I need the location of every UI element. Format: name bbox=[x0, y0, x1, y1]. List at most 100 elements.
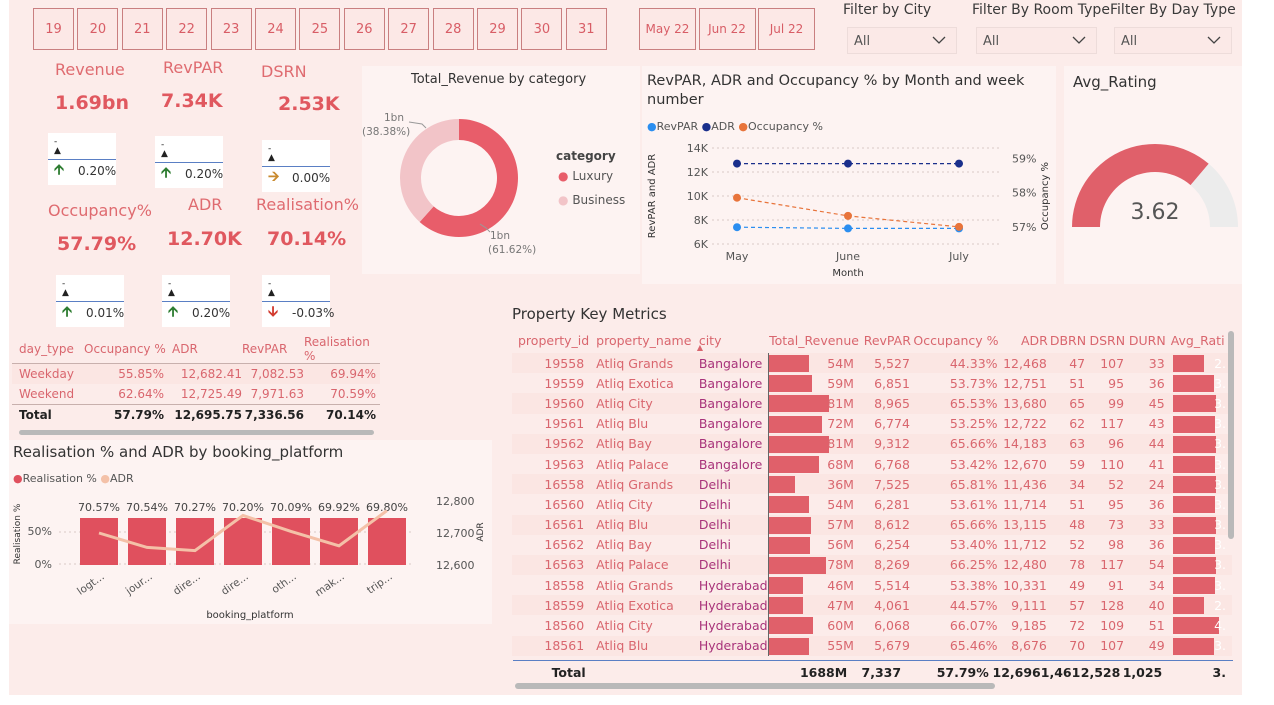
cell: 19561 bbox=[544, 416, 585, 432]
table-row[interactable]: 18558 Atliq Grands Hyderabad 46M 5,514 53.38%… bbox=[512, 575, 1232, 596]
cell: 16558 bbox=[512, 474, 591, 495]
legend-item-business[interactable]: ● Business bbox=[558, 193, 625, 207]
rating-value: 3. bbox=[1214, 456, 1226, 472]
cell: 44.33% bbox=[911, 353, 1000, 374]
cell: 16563 bbox=[512, 554, 591, 576]
y-tick-label: 50% bbox=[28, 525, 52, 538]
kpi-delta-revpar: - ▲ 🡩 0.20% bbox=[155, 136, 223, 188]
table-row[interactable]: 18560 Atliq City Hyderabad 60M 6,068 66.07% 9,… bbox=[512, 615, 1232, 636]
col-header[interactable]: Total_Revenue bbox=[768, 327, 860, 353]
week-button[interactable]: 26 bbox=[343, 8, 385, 50]
cell: 12,751 bbox=[1003, 375, 1047, 391]
col-header[interactable]: day_type bbox=[12, 335, 84, 364]
week-button[interactable]: 30 bbox=[521, 8, 563, 50]
cell: 36 bbox=[1148, 537, 1165, 553]
col-header[interactable]: property_name bbox=[590, 327, 693, 353]
col-header[interactable]: Avg_Rati bbox=[1167, 327, 1232, 353]
filter-day-type-dropdown[interactable]: All bbox=[1114, 27, 1232, 54]
col-header[interactable]: DBRN bbox=[1049, 327, 1087, 353]
cell: 34 bbox=[1148, 577, 1165, 593]
filter-room-type-dropdown[interactable]: All bbox=[976, 27, 1097, 54]
cell: Bangalore bbox=[692, 353, 769, 374]
col-header[interactable]: RevPAR bbox=[242, 335, 304, 364]
month-button[interactable]: Jul 22 bbox=[758, 8, 815, 50]
table-row[interactable]: 16562 Atliq Bay Delhi 56M 6,254 53.40% 11,712 5… bbox=[512, 534, 1232, 555]
revenue-bar bbox=[768, 536, 811, 554]
table-row[interactable]: 18561 Atliq Blu Hyderabad 55M 5,679 65.46% 8,6… bbox=[512, 635, 1232, 656]
revenue-bar bbox=[768, 455, 819, 473]
property-key-metrics-table: property_id property_name city ▲ Total_Re… bbox=[512, 327, 1232, 656]
col-header[interactable]: ADR bbox=[1000, 327, 1049, 353]
week-button[interactable]: 23 bbox=[210, 8, 252, 50]
week-button[interactable]: 19 bbox=[33, 8, 74, 50]
table-row[interactable]: 16558 Atliq Grands Delhi 36M 7,525 65.81% 11,4… bbox=[512, 474, 1232, 495]
cell: 70.59% bbox=[330, 387, 376, 401]
table-row[interactable]: 19562 Atliq Bay Bangalore 81M 9,312 65.66% 14,… bbox=[512, 433, 1232, 454]
week-button[interactable]: 22 bbox=[166, 8, 208, 50]
col-header[interactable]: property_id bbox=[512, 327, 590, 353]
bar-label: 70.57% bbox=[78, 501, 120, 514]
table-row[interactable]: 19558 Atliq Grands Bangalore 54M 5,527 44.33%… bbox=[512, 353, 1232, 374]
week-button[interactable]: 21 bbox=[121, 8, 163, 50]
cell: Hyderabad bbox=[698, 618, 768, 634]
vertical-scrollbar[interactable] bbox=[1228, 331, 1234, 539]
horizontal-scrollbar[interactable] bbox=[515, 683, 995, 689]
col-header[interactable]: city ▲ bbox=[693, 327, 768, 353]
donut-leader-line bbox=[408, 121, 427, 129]
month-button[interactable]: Jun 22 bbox=[698, 8, 756, 50]
rating-value: 3. bbox=[1214, 476, 1226, 492]
horizontal-scrollbar[interactable] bbox=[19, 430, 374, 435]
cell: 53.25% bbox=[949, 416, 998, 432]
table-row[interactable]: 18559 Atliq Exotica Hyderabad 47M 4,061 44.57… bbox=[512, 595, 1232, 616]
cell: 62.64% bbox=[118, 387, 164, 401]
legend-item-luxury[interactable]: ● Luxury bbox=[558, 169, 613, 183]
cell: 12,682.41 bbox=[180, 367, 242, 381]
revenue-bar bbox=[768, 516, 811, 534]
day-type-table-card: day_type Occupancy % ADR RevPAR Realisat… bbox=[12, 335, 380, 438]
kpi-title: Realisation% bbox=[256, 195, 359, 214]
revenue-cell: 55M bbox=[767, 635, 860, 656]
col-header[interactable]: RevPAR bbox=[860, 327, 912, 353]
rating-bar bbox=[1172, 415, 1215, 433]
table-row[interactable]: 19560 Atliq City Bangalore 81M 8,965 65.53% 13… bbox=[512, 393, 1232, 414]
cell: 18558 bbox=[544, 577, 585, 593]
table-row[interactable]: 19559 Atliq Exotica Bangalore 59M 6,851 53.73… bbox=[512, 373, 1232, 394]
cell: 6,851 bbox=[874, 375, 910, 391]
table-row[interactable]: Weekday 55.85% 12,682.41 7,082.53 69.94% bbox=[12, 363, 380, 384]
rating-cell: 3. bbox=[1166, 474, 1232, 495]
cell: 14,183 bbox=[999, 433, 1049, 454]
kpi-title: ADR bbox=[188, 195, 223, 214]
week-button[interactable]: 25 bbox=[299, 8, 341, 50]
col-header[interactable]: Occupancy % bbox=[84, 335, 172, 364]
col-header[interactable]: DSRN bbox=[1087, 327, 1126, 353]
week-button[interactable]: 20 bbox=[77, 8, 119, 50]
col-header[interactable]: DURN bbox=[1126, 327, 1167, 353]
table-row[interactable]: 16560 Atliq City Delhi 54M 6,281 53.61% 11,714… bbox=[512, 494, 1232, 515]
week-button[interactable]: 24 bbox=[255, 8, 296, 50]
table-row[interactable]: 16561 Atliq Blu Delhi 57M 8,612 65.66% 13,115 4… bbox=[512, 514, 1232, 535]
revenue-cell: 46M bbox=[767, 575, 860, 596]
table-row[interactable]: 19561 Atliq Blu Bangalore 72M 6,774 53.25% 12,… bbox=[512, 413, 1232, 434]
cell: Hyderabad bbox=[698, 577, 768, 593]
rating-value: 3. bbox=[1214, 395, 1226, 411]
triangle-up-icon: ▲ bbox=[54, 146, 61, 156]
x-axis-label: Month bbox=[832, 268, 863, 279]
filter-city-dropdown[interactable]: All bbox=[847, 27, 957, 54]
col-header[interactable]: Occupancy % bbox=[912, 327, 1000, 353]
week-button[interactable]: 29 bbox=[477, 8, 518, 50]
cell: 7,525 bbox=[859, 474, 912, 495]
cell: 65 bbox=[1048, 393, 1088, 414]
week-button[interactable]: 28 bbox=[432, 8, 474, 50]
revenue-cell: 54M bbox=[767, 353, 860, 374]
table-row[interactable]: 19563 Atliq Palace Bangalore 68M 6,768 53.42%… bbox=[512, 453, 1232, 475]
col-header[interactable]: ADR bbox=[172, 335, 242, 364]
table-row[interactable]: 16563 Atliq Palace Delhi 78M 8,269 66.25% 12,4… bbox=[512, 554, 1232, 576]
week-button[interactable]: 27 bbox=[388, 8, 430, 50]
month-button[interactable]: May 22 bbox=[639, 8, 696, 50]
cell: 19560 bbox=[512, 393, 591, 414]
rating-cell: 3. bbox=[1167, 414, 1232, 434]
table-row[interactable]: Weekend 62.64% 12,725.49 7,971.63 70.59% bbox=[12, 384, 380, 405]
kpi-delta-realisation: - ▲ 🡫 -0.03% bbox=[262, 275, 334, 327]
col-header[interactable]: Realisation % bbox=[304, 335, 380, 364]
week-button[interactable]: 31 bbox=[565, 8, 607, 50]
